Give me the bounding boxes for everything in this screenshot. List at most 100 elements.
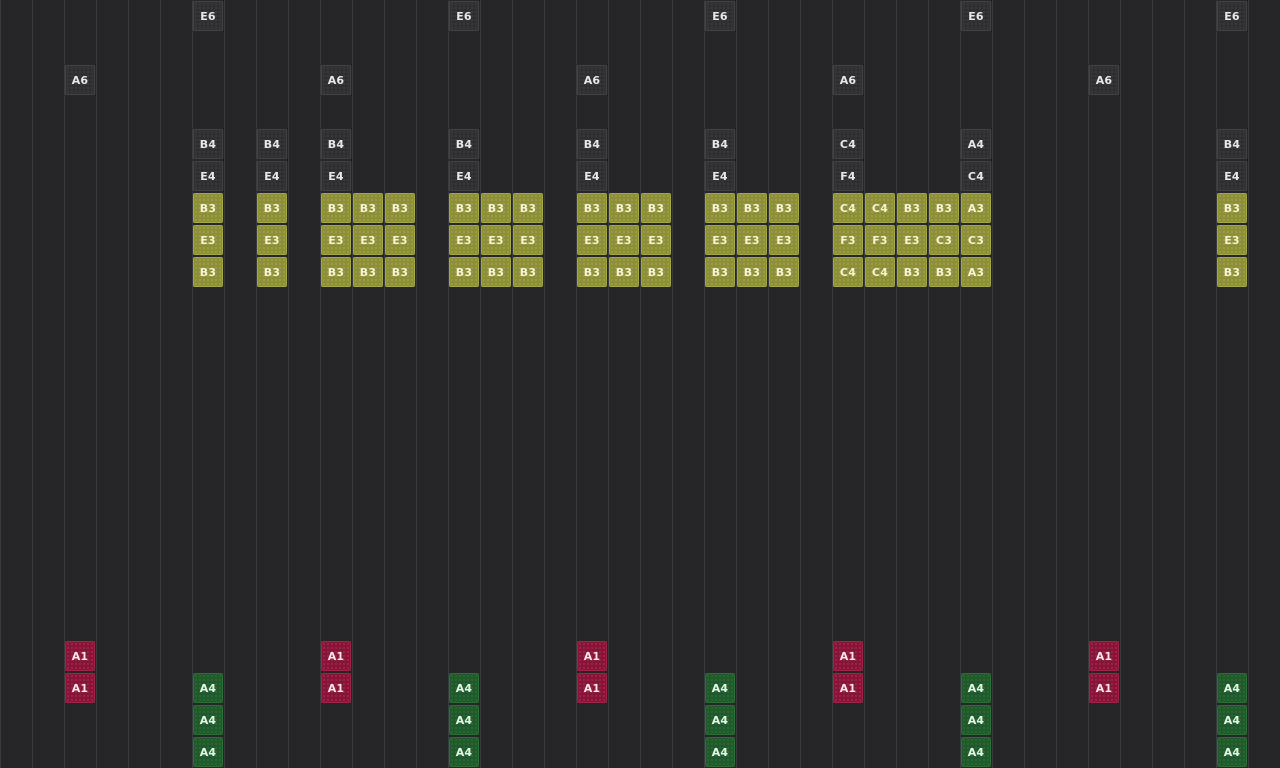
melody-note-cell[interactable]: A6 bbox=[833, 65, 863, 95]
chord-note-cell[interactable]: B3 bbox=[193, 193, 223, 223]
melody-note-cell[interactable]: B4 bbox=[193, 129, 223, 159]
drum-note-cell[interactable]: A4 bbox=[193, 673, 223, 703]
chord-note-cell[interactable]: B3 bbox=[353, 257, 383, 287]
chord-note-cell[interactable]: B3 bbox=[449, 193, 479, 223]
drum-note-cell[interactable]: A4 bbox=[705, 737, 735, 767]
chord-note-cell[interactable]: B3 bbox=[641, 257, 671, 287]
chord-note-cell[interactable]: E3 bbox=[449, 225, 479, 255]
chord-note-cell[interactable]: E3 bbox=[737, 225, 767, 255]
chord-note-cell[interactable]: B3 bbox=[257, 193, 287, 223]
drum-note-cell[interactable]: A4 bbox=[449, 673, 479, 703]
chord-note-cell[interactable]: E3 bbox=[705, 225, 735, 255]
melody-note-cell[interactable]: E4 bbox=[705, 161, 735, 191]
chord-note-cell[interactable]: B3 bbox=[513, 193, 543, 223]
chord-note-cell[interactable]: B3 bbox=[705, 193, 735, 223]
drum-note-cell[interactable]: A4 bbox=[193, 737, 223, 767]
chord-note-cell[interactable]: B3 bbox=[609, 257, 639, 287]
chord-note-cell[interactable]: B3 bbox=[769, 193, 799, 223]
melody-note-cell[interactable]: E6 bbox=[193, 1, 223, 31]
drum-note-cell[interactable]: A4 bbox=[449, 705, 479, 735]
chord-note-cell[interactable]: B3 bbox=[609, 193, 639, 223]
chord-note-cell[interactable]: B3 bbox=[737, 257, 767, 287]
melody-note-cell[interactable]: A6 bbox=[1089, 65, 1119, 95]
melody-note-cell[interactable]: E4 bbox=[1217, 161, 1247, 191]
chord-note-cell[interactable]: B3 bbox=[577, 193, 607, 223]
melody-note-cell[interactable]: E6 bbox=[705, 1, 735, 31]
drum-note-cell[interactable]: A4 bbox=[961, 705, 991, 735]
chord-note-cell[interactable]: E3 bbox=[257, 225, 287, 255]
melody-note-cell[interactable]: B4 bbox=[449, 129, 479, 159]
drum-note-cell[interactable]: A4 bbox=[1217, 673, 1247, 703]
chord-note-cell[interactable]: B3 bbox=[1217, 193, 1247, 223]
bass-note-cell[interactable]: A1 bbox=[1089, 673, 1119, 703]
chord-note-cell[interactable]: E3 bbox=[641, 225, 671, 255]
chord-note-cell[interactable]: B3 bbox=[481, 193, 511, 223]
chord-note-cell[interactable]: B3 bbox=[321, 193, 351, 223]
drum-note-cell[interactable]: A4 bbox=[1217, 705, 1247, 735]
melody-note-cell[interactable]: E4 bbox=[577, 161, 607, 191]
melody-note-cell[interactable]: C4 bbox=[833, 129, 863, 159]
bass-note-cell[interactable]: A1 bbox=[833, 673, 863, 703]
bass-note-cell[interactable]: A1 bbox=[321, 641, 351, 671]
chord-note-cell[interactable]: B3 bbox=[481, 257, 511, 287]
drum-note-cell[interactable]: A4 bbox=[1217, 737, 1247, 767]
drum-note-cell[interactable]: A4 bbox=[961, 737, 991, 767]
melody-note-cell[interactable]: C4 bbox=[961, 161, 991, 191]
chord-note-cell[interactable]: C4 bbox=[865, 193, 895, 223]
bass-note-cell[interactable]: A1 bbox=[65, 673, 95, 703]
chord-note-cell[interactable]: C4 bbox=[865, 257, 895, 287]
chord-note-cell[interactable]: C3 bbox=[961, 225, 991, 255]
chord-note-cell[interactable]: E3 bbox=[321, 225, 351, 255]
chord-note-cell[interactable]: E3 bbox=[1217, 225, 1247, 255]
drum-note-cell[interactable]: A4 bbox=[961, 673, 991, 703]
chord-note-cell[interactable]: B3 bbox=[257, 257, 287, 287]
melody-note-cell[interactable]: B4 bbox=[257, 129, 287, 159]
bass-note-cell[interactable]: A1 bbox=[577, 673, 607, 703]
chord-note-cell[interactable]: B3 bbox=[513, 257, 543, 287]
chord-note-cell[interactable]: B3 bbox=[193, 257, 223, 287]
chord-note-cell[interactable]: B3 bbox=[737, 193, 767, 223]
melody-note-cell[interactable]: E4 bbox=[321, 161, 351, 191]
bass-note-cell[interactable]: A1 bbox=[833, 641, 863, 671]
melody-note-cell[interactable]: A6 bbox=[321, 65, 351, 95]
chord-note-cell[interactable]: F3 bbox=[833, 225, 863, 255]
melody-note-cell[interactable]: E4 bbox=[449, 161, 479, 191]
chord-note-cell[interactable]: E3 bbox=[193, 225, 223, 255]
chord-note-cell[interactable]: E3 bbox=[513, 225, 543, 255]
chord-note-cell[interactable]: B3 bbox=[385, 193, 415, 223]
chord-note-cell[interactable]: B3 bbox=[705, 257, 735, 287]
bass-note-cell[interactable]: A1 bbox=[321, 673, 351, 703]
chord-note-cell[interactable]: E3 bbox=[385, 225, 415, 255]
chord-note-cell[interactable]: B3 bbox=[641, 193, 671, 223]
chord-note-cell[interactable]: B3 bbox=[769, 257, 799, 287]
melody-note-cell[interactable]: E6 bbox=[961, 1, 991, 31]
drum-note-cell[interactable]: A4 bbox=[449, 737, 479, 767]
chord-note-cell[interactable]: E3 bbox=[769, 225, 799, 255]
chord-note-cell[interactable]: E3 bbox=[577, 225, 607, 255]
melody-note-cell[interactable]: E6 bbox=[1217, 1, 1247, 31]
melody-note-cell[interactable]: B4 bbox=[577, 129, 607, 159]
drum-note-cell[interactable]: A4 bbox=[705, 705, 735, 735]
melody-note-cell[interactable]: E4 bbox=[193, 161, 223, 191]
chord-note-cell[interactable]: E3 bbox=[353, 225, 383, 255]
melody-note-cell[interactable]: A6 bbox=[577, 65, 607, 95]
chord-note-cell[interactable]: B3 bbox=[577, 257, 607, 287]
chord-note-cell[interactable]: B3 bbox=[897, 193, 927, 223]
chord-note-cell[interactable]: B3 bbox=[449, 257, 479, 287]
melody-note-cell[interactable]: B4 bbox=[705, 129, 735, 159]
chord-note-cell[interactable]: C4 bbox=[833, 257, 863, 287]
chord-note-cell[interactable]: F3 bbox=[865, 225, 895, 255]
chord-note-cell[interactable]: B3 bbox=[353, 193, 383, 223]
melody-note-cell[interactable]: E6 bbox=[449, 1, 479, 31]
chord-note-cell[interactable]: E3 bbox=[897, 225, 927, 255]
chord-note-cell[interactable]: B3 bbox=[321, 257, 351, 287]
bass-note-cell[interactable]: A1 bbox=[65, 641, 95, 671]
chord-note-cell[interactable]: C3 bbox=[929, 225, 959, 255]
melody-note-cell[interactable]: F4 bbox=[833, 161, 863, 191]
melody-note-cell[interactable]: B4 bbox=[321, 129, 351, 159]
chord-note-cell[interactable]: C4 bbox=[833, 193, 863, 223]
drum-note-cell[interactable]: A4 bbox=[193, 705, 223, 735]
piano-roll-grid[interactable]: E6 E6 E6 E6 E6 A6 A6 A6 A6 A6 B4 B4 B4 B4 B4 B4 C4 A4 B4 E4… bbox=[0, 0, 1280, 768]
chord-note-cell[interactable]: E3 bbox=[481, 225, 511, 255]
melody-note-cell[interactable]: A6 bbox=[65, 65, 95, 95]
